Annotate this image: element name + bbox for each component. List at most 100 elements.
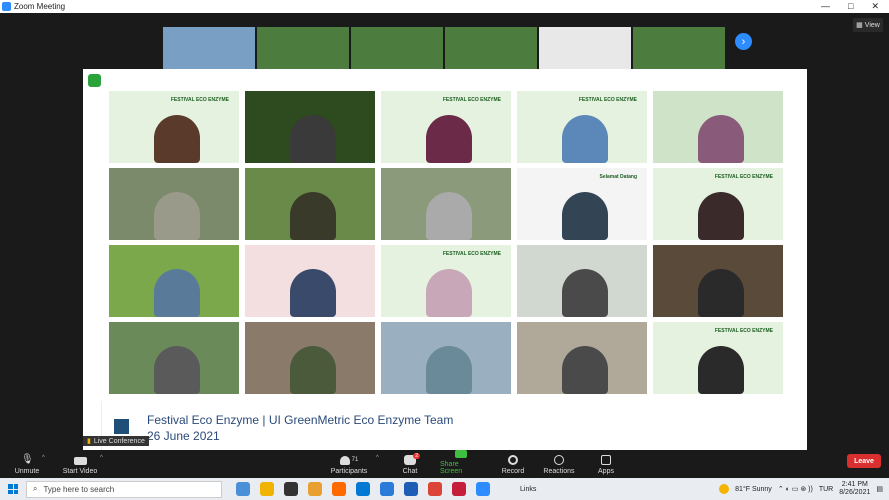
- windows-start-icon[interactable]: [8, 484, 18, 494]
- unmute-label: Unmute: [14, 468, 40, 475]
- live-conference-chip[interactable]: ▮ Live Conference: [83, 436, 149, 446]
- caption-marker: [114, 419, 129, 434]
- signal-icon: ▮: [87, 438, 91, 445]
- taskbar-clock[interactable]: 2:41 PM 8/26/2021: [839, 481, 870, 497]
- taskbar-app-icon[interactable]: [428, 482, 442, 496]
- caption-title: Festival Eco Enzyme | UI GreenMetric Eco…: [147, 413, 454, 427]
- weather-text[interactable]: 81°F Sunny: [735, 486, 772, 493]
- chevron-up-icon[interactable]: ^: [100, 455, 103, 461]
- clock-time: 2:41 PM: [841, 481, 868, 488]
- photo-person: [698, 115, 744, 163]
- taskbar-app-icon[interactable]: [308, 482, 322, 496]
- participants-icon: 71: [339, 455, 358, 465]
- notification-icon[interactable]: ▤: [876, 485, 883, 493]
- taskbar-search[interactable]: ⌕ Type here to search: [26, 480, 222, 498]
- taskbar-app-icon[interactable]: [284, 482, 298, 496]
- photo-person: [426, 192, 472, 240]
- photo-person: [290, 192, 336, 240]
- photo-overlay-text: FESTIVAL ECO ENZYME: [714, 174, 773, 180]
- photo-overlay-text: Selamat Datang: [599, 174, 637, 180]
- chevron-right-icon[interactable]: ›: [735, 33, 752, 50]
- shield-icon[interactable]: [88, 74, 101, 87]
- close-button[interactable]: ✕: [871, 1, 879, 12]
- taskbar-app-icon[interactable]: [236, 482, 250, 496]
- reactions-button[interactable]: Reactions: [542, 450, 576, 478]
- taskbar-app-icon[interactable]: [404, 482, 418, 496]
- links-toolbar[interactable]: Links: [520, 486, 536, 493]
- photo-person: [426, 115, 472, 163]
- chat-button[interactable]: 2 Chat: [398, 450, 422, 478]
- microphone-muted-icon: 🎙: [21, 454, 34, 465]
- reactions-label: Reactions: [543, 468, 575, 475]
- shared-photo-tile: FESTIVAL ECO ENZYME: [381, 245, 511, 317]
- grid-icon: ▦: [856, 22, 863, 29]
- shared-photo-tile: FESTIVAL ECO ENZYME: [653, 322, 783, 394]
- record-label: Record: [501, 468, 525, 475]
- shared-photo-tile: [653, 91, 783, 163]
- view-button[interactable]: ▦ View: [853, 18, 883, 32]
- search-placeholder: Type here to search: [43, 484, 115, 494]
- apps-label: Apps: [598, 468, 614, 475]
- photo-person: [698, 269, 744, 317]
- shared-photo-tile: [245, 245, 375, 317]
- chat-label: Chat: [402, 468, 418, 475]
- shared-photo-tile: [245, 322, 375, 394]
- zoom-app-icon: [2, 2, 11, 11]
- shared-photo-tile: [653, 245, 783, 317]
- chevron-up-icon[interactable]: ^: [376, 455, 379, 461]
- share-screen-button[interactable]: Share Screen: [440, 450, 482, 478]
- photo-overlay-text: FESTIVAL ECO ENZYME: [442, 251, 501, 257]
- minimize-button[interactable]: —: [821, 1, 830, 12]
- participants-label: Participants: [330, 468, 368, 475]
- shared-photo-tile: [517, 322, 647, 394]
- shared-photo-tile: FESTIVAL ECO ENZYME: [381, 91, 511, 163]
- photo-person: [562, 115, 608, 163]
- window-title: Zoom Meeting: [14, 2, 66, 11]
- taskbar-app-icon[interactable]: [356, 482, 370, 496]
- chat-badge: 2: [413, 453, 420, 459]
- language-indicator[interactable]: TUR: [819, 486, 833, 493]
- taskbar-app-icon[interactable]: [452, 482, 466, 496]
- photo-person: [562, 346, 608, 394]
- meeting-stage: Yüksel ArdalıHOSTPUTRAVC UPMTeknikal UPM…: [0, 13, 889, 459]
- taskbar-app-icon[interactable]: [332, 482, 346, 496]
- apps-icon: [601, 455, 611, 465]
- photo-person: [154, 269, 200, 317]
- leave-button[interactable]: Leave: [847, 454, 881, 468]
- shared-screen: FESTIVAL ECO ENZYME FESTIVAL ECO ENZYME FE…: [83, 69, 807, 459]
- shared-photo-tile: FESTIVAL ECO ENZYME: [517, 91, 647, 163]
- photo-person: [154, 192, 200, 240]
- tray-icons[interactable]: ⌃ ◐ ▭ ⊛ )): [778, 485, 813, 493]
- taskbar-app-icon[interactable]: [260, 482, 274, 496]
- photo-person: [562, 269, 608, 317]
- maximize-button[interactable]: □: [848, 1, 853, 12]
- start-video-label: Start Video: [62, 468, 98, 475]
- caption-date: 26 June 2021: [147, 429, 220, 443]
- share-screen-icon: [455, 450, 467, 458]
- video-off-icon: [73, 457, 87, 465]
- photo-overlay-text: FESTIVAL ECO ENZYME: [714, 328, 773, 334]
- chevron-up-icon[interactable]: ^: [42, 455, 45, 461]
- windows-taskbar: ⌕ Type here to search Links 81°F Sunny ⌃…: [0, 478, 889, 500]
- photo-overlay-text: FESTIVAL ECO ENZYME: [170, 97, 229, 103]
- start-video-button[interactable]: Start Video: [60, 450, 100, 478]
- taskbar-app-icon[interactable]: [380, 482, 394, 496]
- taskbar-app-icon[interactable]: [476, 482, 490, 496]
- share-screen-label: Share Screen: [440, 461, 463, 475]
- live-chip-label: Live Conference: [93, 437, 145, 445]
- photo-overlay-text: FESTIVAL ECO ENZYME: [578, 97, 637, 103]
- shared-photo-tile: [109, 168, 239, 240]
- window-controls: — □ ✕: [821, 1, 889, 12]
- shared-photo-tile: [381, 168, 511, 240]
- photo-person: [154, 346, 200, 394]
- photo-person: [290, 115, 336, 163]
- shared-photo-tile: FESTIVAL ECO ENZYME: [653, 168, 783, 240]
- shared-photo-tile: [381, 322, 511, 394]
- apps-button[interactable]: Apps: [594, 450, 618, 478]
- record-button[interactable]: Record: [499, 450, 527, 478]
- shared-photo-tile: [109, 322, 239, 394]
- participants-button[interactable]: 71 Participants: [328, 450, 370, 478]
- photo-person: [426, 269, 472, 317]
- photo-person: [698, 192, 744, 240]
- unmute-button[interactable]: 🎙 Unmute: [12, 450, 42, 478]
